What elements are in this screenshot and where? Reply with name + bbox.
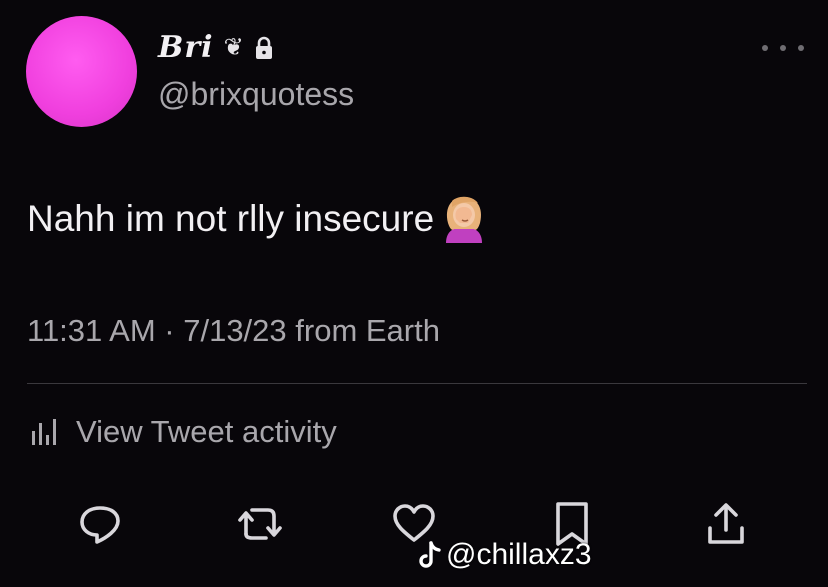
tweet-body: Nahh im not rlly insecure: [27, 198, 435, 239]
tiktok-icon: [418, 540, 442, 570]
more-options-button[interactable]: [762, 38, 804, 58]
tweet-text: Nahh im not rlly insecure: [27, 193, 490, 245]
display-name[interactable]: Bri: [158, 30, 214, 65]
share-button[interactable]: [702, 500, 750, 548]
lock-icon: [254, 36, 274, 60]
share-icon: [708, 503, 744, 544]
face-palm-emoji-icon: [438, 193, 490, 245]
more-dot-icon: [798, 45, 804, 51]
retweet-button[interactable]: [236, 500, 284, 548]
reply-icon: [80, 506, 120, 544]
reply-button[interactable]: [76, 500, 124, 548]
view-tweet-activity-link[interactable]: View Tweet activity: [30, 414, 337, 450]
more-dot-icon: [780, 45, 786, 51]
display-name-row: Bri ❦: [158, 30, 274, 65]
watermark-handle: @chillaxz3: [446, 538, 592, 571]
retweet-icon: [238, 508, 282, 540]
avatar[interactable]: [26, 16, 137, 127]
tweet-timestamp[interactable]: 11:31 AM · 7/13/23 from Earth: [27, 313, 440, 349]
divider: [27, 383, 807, 384]
user-handle[interactable]: @brixquotess: [158, 76, 354, 113]
action-bar: [0, 500, 828, 560]
activity-label: View Tweet activity: [76, 414, 337, 449]
tiktok-watermark: @chillaxz3: [418, 538, 592, 572]
name-ornament-glyph: ❦: [223, 33, 244, 61]
bar-chart-icon: [30, 417, 62, 447]
more-dot-icon: [762, 45, 768, 51]
